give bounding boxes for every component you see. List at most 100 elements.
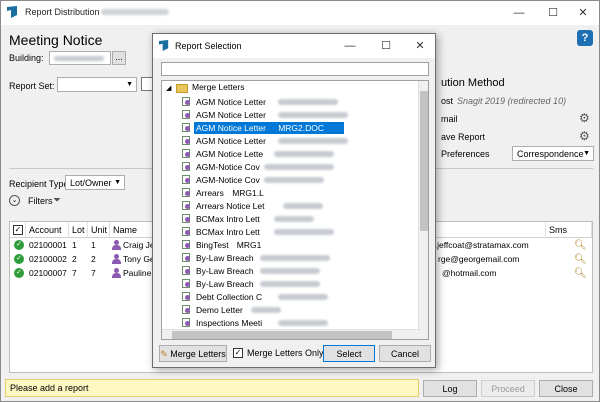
email-settings-gear-icon[interactable]: ⚙ [579,112,591,124]
tree-root-label[interactable]: Merge Letters [192,82,244,92]
tree-item-filename-obscured [278,138,349,144]
vertical-scrollbar[interactable] [418,81,428,339]
preferences-label: Preferences [441,149,490,159]
merge-letter-icon [182,292,192,302]
building-browse-button[interactable]: ... [112,51,126,65]
close-button[interactable]: Close [539,380,593,397]
tree-item-filename-obscured [278,320,329,326]
email-cell: rge@georgemail.com [438,254,520,264]
recipient-type-select[interactable]: Lot/Owner ▼ [65,175,125,190]
select-button[interactable]: Select [323,345,375,362]
merge-letters-only-label: Merge Letters Only [247,348,324,358]
building-label: Building: [9,53,44,63]
collapse-icon[interactable]: ◢ [166,84,171,92]
dialog-close-button[interactable]: ✕ [405,34,435,58]
search-icon[interactable]: 🔍︎ [574,239,587,252]
merge-letter-icon [182,305,192,315]
search-icon[interactable]: 🔍︎ [574,253,587,266]
tree-item-label: AGM-Notice Cov [196,162,260,172]
lot-cell: 7 [72,268,77,278]
filters-expand-icon[interactable]: ⌄ [9,195,20,206]
tree-item-filename: MRG1.L [232,188,264,198]
log-button[interactable]: Log [423,380,477,397]
tree-item-filename-obscured [282,203,323,209]
merge-letter-icon [182,279,192,289]
merge-letter-icon [182,149,192,159]
tree-item-filename-obscured [259,268,320,274]
dialog-minimize-button[interactable]: — [335,34,365,58]
tree-item-filename-obscured [273,151,334,157]
header-lot[interactable]: Lot [69,222,88,238]
merge-letter-icon [182,240,192,250]
help-icon[interactable]: ? [577,30,593,46]
report-set-label: Report Set: [9,81,55,91]
tree-item-label: BingTest [196,240,229,250]
tree-item-label: BCMax Intro Lett [196,227,260,237]
filters-label[interactable]: Filters [28,196,53,206]
account-cell: 02100007 [29,268,67,278]
merge-letter-icon [182,188,192,198]
status-ok-icon: ✓ [14,240,24,250]
merge-letter-icon [182,201,192,211]
merge-letter-icon [182,136,192,146]
window-title-detail [101,9,169,15]
merge-letter-icon [182,266,192,276]
distribution-method-title: ution Method [441,77,505,89]
tree-item-filename: MRG1 [236,240,262,250]
lot-cell: 2 [72,254,77,264]
minimize-button[interactable]: — [503,1,535,25]
horizontal-scrollbar[interactable] [162,329,420,339]
report-set-select[interactable]: ▼ [57,77,137,92]
merge-letter-icon [182,214,192,224]
merge-letters-button-label: Merge Letters [170,349,226,359]
recipient-type-label: Recipient Type: [9,179,71,189]
proceed-button[interactable]: Proceed [481,380,535,397]
select-all-header[interactable]: ✓ [10,222,26,238]
tree-item-label: Inspections Meeti [196,318,263,328]
merge-letter-icon [182,110,192,120]
search-icon[interactable]: 🔍︎ [574,267,587,280]
status-message: Please add a report [5,379,419,397]
tree-item-filename-obscured [273,216,314,222]
tree-item-label: By-Law Breach [196,266,254,276]
tree-item-label: AGM Notice Letter [196,136,266,146]
close-window-button[interactable]: ✕ [567,1,599,25]
tree-item-filename-obscured [250,307,281,313]
tree-item-filename-obscured [264,164,335,170]
owner-person-icon [112,254,121,264]
preferences-select[interactable]: Correspondence ▼ [512,146,594,161]
merge-letters-button[interactable]: ✎ Merge Letters [159,345,227,362]
header-account[interactable]: Account [26,222,69,238]
merge-letter-icon [182,97,192,107]
merge-letter-icon [182,162,192,172]
tree-item-label: By-Law Breach [196,253,254,263]
select-all-checkbox[interactable]: ✓ [13,225,23,235]
tree-item-label: Demo Letter [196,305,243,315]
dialog-maximize-button[interactable]: ☐ [371,34,401,58]
merge-letters-only-checkbox[interactable]: ✓ [233,348,243,358]
pencil-icon: ✎ [160,349,168,359]
merge-letter-icon [182,175,192,185]
email-cell: @hotmail.com [442,268,497,278]
tree-item-filename-obscured [278,294,329,300]
maximize-button[interactable]: ☐ [537,1,569,25]
header-sms[interactable]: Sms [546,222,592,238]
cancel-button[interactable]: Cancel [379,345,431,362]
header-unit[interactable]: Unit [88,222,110,238]
dialog-title-bar: Report Selection — ☐ ✕ [153,34,435,58]
tree-item-filename-obscured [259,281,320,287]
email-cell: g.jeffcoat@stratamax.com [430,240,529,250]
tree-item-filename-obscured [273,229,334,235]
save-settings-gear-icon[interactable]: ⚙ [579,130,591,142]
app-logo-icon [159,40,170,52]
building-input[interactable] [49,51,111,65]
tree-item-label: AGM-Notice Cov [196,175,260,185]
owner-person-icon [112,240,121,250]
filter-funnel-icon[interactable]: ⏷ [53,195,61,206]
tree-item-filename-obscured [278,99,339,105]
status-ok-icon: ✓ [14,268,24,278]
account-cell: 02100002 [29,254,67,264]
report-search-input[interactable] [161,62,429,76]
tree-item-label: Debt Collection C [196,292,263,302]
host-value: Snagit 2019 (redirected 10) [457,96,567,106]
